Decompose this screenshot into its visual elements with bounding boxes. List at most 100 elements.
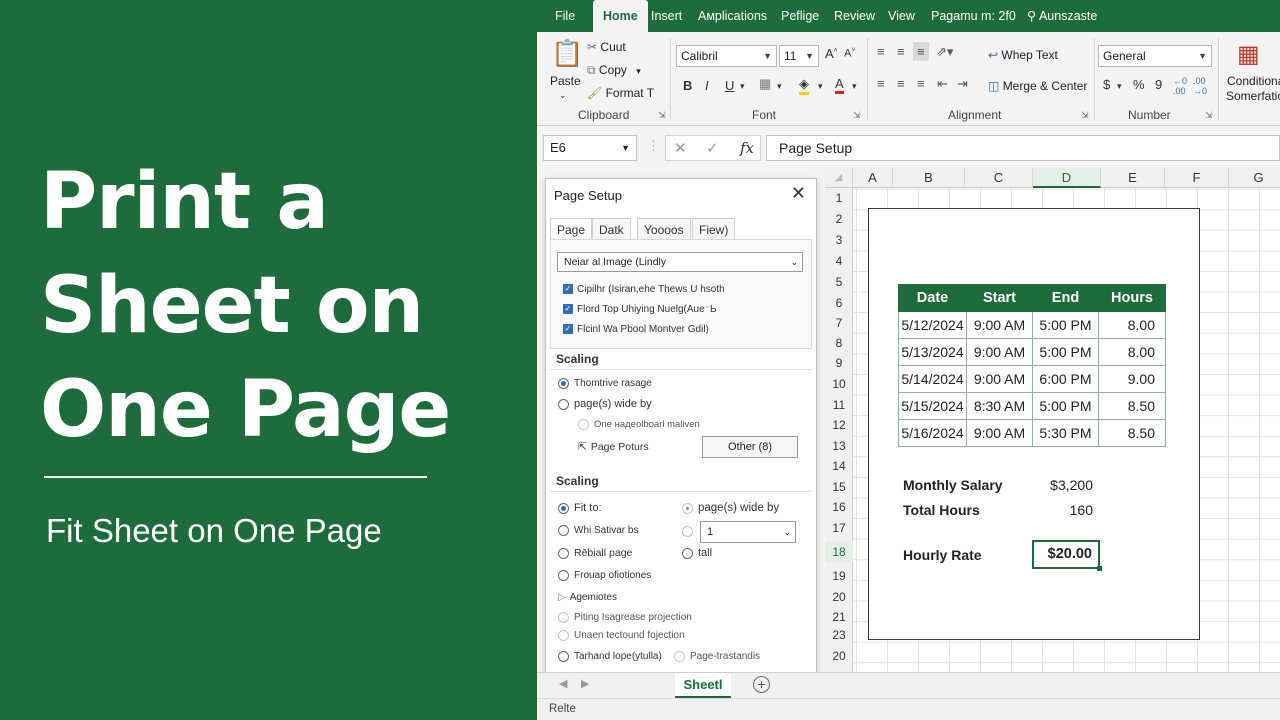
radio-tarhand[interactable]: Tarhand lope(ytulla) bbox=[558, 651, 662, 662]
comma-button[interactable]: 9 bbox=[1155, 77, 1162, 92]
row-header[interactable]: 4 bbox=[825, 254, 853, 268]
tab-tell-me[interactable]: ⚲ Aunszaste bbox=[1027, 0, 1097, 32]
row-header[interactable]: 2 bbox=[825, 212, 853, 226]
decrease-indent-icon[interactable]: ⇤ bbox=[937, 76, 948, 92]
cell-date[interactable]: 5/16/2024 bbox=[898, 419, 967, 447]
select-all-corner[interactable]: ◢ bbox=[825, 168, 853, 188]
copy-button[interactable]: ⧉ Copy ▾ bbox=[587, 63, 641, 78]
radio-wide-by[interactable]: page(s) wide by bbox=[682, 502, 779, 514]
tab-home[interactable]: Home bbox=[593, 0, 648, 32]
cell-hours[interactable]: 8.00 bbox=[1098, 311, 1166, 339]
cell-start[interactable]: 9:00 AM bbox=[966, 338, 1033, 366]
header-hours[interactable]: Hours bbox=[1098, 284, 1166, 312]
borders-icon[interactable]: ▦ bbox=[759, 76, 771, 92]
tab-view[interactable]: View bbox=[888, 0, 915, 32]
chevron-down-icon[interactable]: ▾ bbox=[1117, 81, 1122, 92]
dialog-launcher-icon[interactable]: ⇲ bbox=[1205, 110, 1213, 121]
cell-start[interactable]: 9:00 AM bbox=[966, 419, 1033, 447]
checkbox-option-3[interactable]: ✓ Flcinl Wa Pbool Montver Gdil) bbox=[563, 324, 709, 335]
cell-end[interactable]: 5:30 PM bbox=[1032, 419, 1099, 447]
tab-file[interactable]: File bbox=[555, 0, 575, 32]
column-header[interactable]: B bbox=[893, 168, 965, 188]
wrap-text-button[interactable]: ↩ Whep Text bbox=[988, 48, 1058, 62]
other-button[interactable]: Other (8) bbox=[702, 436, 798, 458]
align-right-icon[interactable]: ≡ bbox=[917, 76, 925, 91]
radio-pages-wide[interactable]: page(s) wide by bbox=[558, 398, 652, 410]
percent-button[interactable]: % bbox=[1133, 77, 1145, 92]
cut-button[interactable]: ✂ Cuut bbox=[587, 40, 626, 54]
cell-end[interactable]: 6:00 PM bbox=[1032, 365, 1099, 393]
cell-start[interactable]: 9:00 AM bbox=[966, 311, 1033, 339]
header-end[interactable]: End bbox=[1032, 284, 1099, 312]
enter-icon[interactable]: ✓ bbox=[706, 139, 719, 157]
orientation-icon[interactable]: ⇗▾ bbox=[936, 44, 953, 60]
currency-button[interactable]: $ bbox=[1103, 77, 1110, 92]
cell-date[interactable]: 5/13/2024 bbox=[898, 338, 967, 366]
page-pictures-option[interactable]: ⇱ Page Poturs bbox=[578, 441, 649, 453]
sheet-tab-active[interactable]: Sheetl bbox=[675, 673, 731, 698]
row-header[interactable]: 8 bbox=[825, 336, 853, 350]
cell-end[interactable]: 5:00 PM bbox=[1032, 338, 1099, 366]
dialog-tab-view[interactable]: Fiew) bbox=[692, 218, 736, 240]
paste-button[interactable]: Paste bbox=[550, 74, 581, 88]
decrease-decimal-icon[interactable]: .00 →0 bbox=[1193, 76, 1207, 96]
cell-hours[interactable]: 8.50 bbox=[1098, 419, 1166, 447]
radio-what-sativar[interactable]: Whi Sativar bs bbox=[558, 525, 638, 536]
cell-end[interactable]: 5:00 PM bbox=[1032, 392, 1099, 420]
dialog-dropdown[interactable]: Neiar al Image (Lindly ⌄ bbox=[557, 252, 803, 272]
column-header[interactable]: F bbox=[1165, 168, 1229, 188]
pages-wide-select[interactable]: 1 ⌄ bbox=[700, 521, 796, 543]
font-size-select[interactable]: 11 ▼ bbox=[779, 45, 819, 67]
checkbox-option-1[interactable]: ✓ Cipilhr (Isiran,ehe Thews U hsoth bbox=[563, 284, 725, 295]
merge-center-button[interactable]: ◫ Merge & Center bbox=[988, 79, 1087, 93]
cell-hours[interactable]: 8.00 bbox=[1098, 338, 1166, 366]
formula-input[interactable]: Page Setup bbox=[766, 135, 1280, 161]
tab-page[interactable]: Pagamu m: 2f0 bbox=[931, 0, 1016, 32]
chevron-down-icon[interactable]: ▾ bbox=[740, 81, 745, 92]
row-header[interactable]: 20 bbox=[825, 649, 853, 663]
cell-hours[interactable]: 8.50 bbox=[1098, 392, 1166, 420]
monthly-salary-value[interactable]: $3,200 bbox=[1029, 477, 1093, 493]
close-icon[interactable]: ✕ bbox=[791, 183, 806, 204]
row-header[interactable]: 5 bbox=[825, 275, 853, 289]
hourly-rate-cell[interactable]: $20.00 bbox=[1032, 540, 1102, 571]
row-header[interactable]: 16 bbox=[825, 500, 853, 514]
header-start[interactable]: Start bbox=[966, 284, 1033, 312]
shrink-font-icon[interactable]: A˅ bbox=[844, 47, 855, 60]
align-left-icon[interactable]: ≡ bbox=[877, 76, 885, 91]
row-header[interactable]: 20 bbox=[825, 590, 853, 604]
dialog-tab-data[interactable]: Datk bbox=[592, 218, 631, 240]
bold-button[interactable]: B bbox=[683, 78, 692, 93]
scroll-left-icon[interactable]: ◀ bbox=[559, 677, 567, 690]
align-top-icon[interactable]: ≡ bbox=[877, 44, 885, 59]
row-header[interactable]: 15 bbox=[825, 480, 853, 494]
chevron-down-icon[interactable]: ⌄ bbox=[559, 90, 567, 101]
row-header[interactable]: 19 bbox=[825, 569, 853, 583]
radio-sub-option[interactable]: One надeolboarl maliven bbox=[578, 419, 700, 430]
insert-function-button[interactable]: fx bbox=[740, 139, 754, 157]
radio-page-trastandis[interactable]: Page-trastandis bbox=[674, 651, 760, 662]
chevron-down-icon[interactable]: ▾ bbox=[852, 81, 857, 92]
column-header[interactable]: E bbox=[1101, 168, 1165, 188]
row-header[interactable]: 17 bbox=[825, 521, 853, 535]
row-header[interactable]: 11 bbox=[825, 398, 853, 412]
fill-handle[interactable] bbox=[1097, 566, 1102, 571]
radio-piting[interactable]: Piting Isagrease projection bbox=[558, 612, 692, 623]
row-header[interactable]: 6 bbox=[825, 296, 853, 310]
chevron-down-icon[interactable]: ▾ bbox=[777, 81, 782, 92]
conditional-formatting-icon[interactable]: ▦ bbox=[1237, 40, 1260, 69]
row-header[interactable]: 21 bbox=[825, 610, 853, 624]
header-date[interactable]: Date bbox=[898, 284, 967, 312]
paste-icon[interactable]: 📋 bbox=[551, 38, 583, 69]
row-header[interactable]: 23 bbox=[825, 628, 853, 642]
radio-unaen[interactable]: Unaen tectound fojection bbox=[558, 630, 685, 641]
conditional-formatting-button[interactable]: Conditiona bbox=[1227, 74, 1280, 88]
dialog-launcher-icon[interactable]: ⇲ bbox=[1081, 110, 1089, 121]
radio-frouap[interactable]: Frouap ofiotiones bbox=[558, 570, 651, 581]
align-center-icon[interactable]: ≡ bbox=[897, 76, 905, 91]
radio-tall[interactable]: tall bbox=[682, 547, 712, 559]
row-header[interactable]: 9 bbox=[825, 356, 853, 370]
cell-start[interactable]: 9:00 AM bbox=[966, 365, 1033, 393]
column-header[interactable]: C bbox=[965, 168, 1033, 188]
column-header[interactable]: A bbox=[853, 168, 893, 188]
